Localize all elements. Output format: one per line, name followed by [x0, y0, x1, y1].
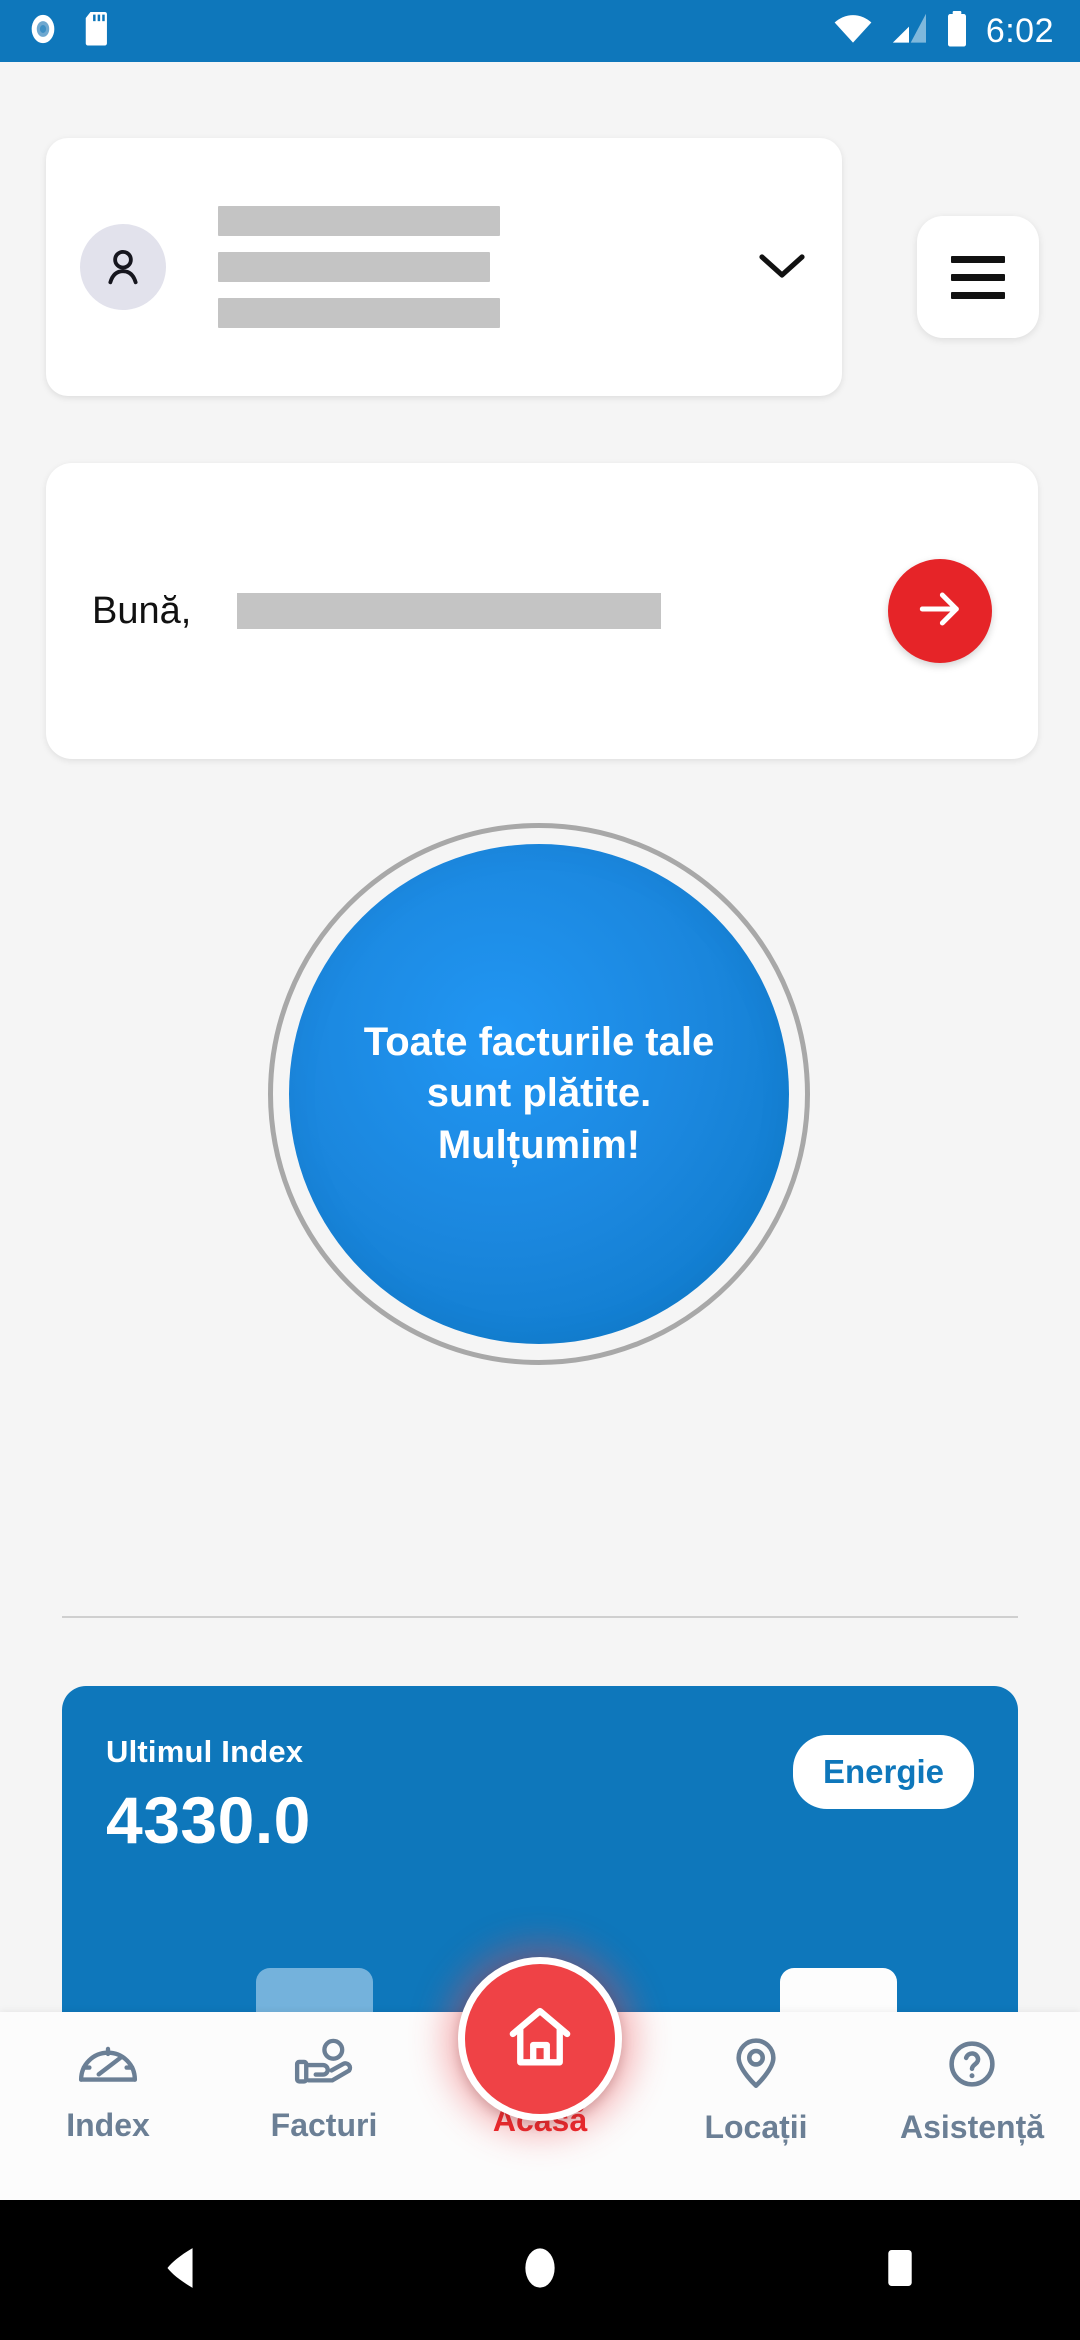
- account-line-1: [218, 206, 500, 236]
- status-bar-right-icons: 6:02: [832, 10, 1054, 52]
- account-selector-card[interactable]: [46, 138, 842, 396]
- recents-square-icon: [879, 2245, 921, 2296]
- account-line-3: [218, 298, 500, 328]
- nav-label-asistenta: Asistență: [899, 2109, 1045, 2145]
- arrow-right-icon: [912, 581, 968, 642]
- hand-holding-coin-icon: [293, 2038, 355, 2093]
- cellular-signal-icon: [890, 12, 928, 51]
- hamburger-menu-icon-bar-3: [951, 291, 1005, 299]
- nav-label-locatii: Locații: [704, 2109, 808, 2145]
- nav-item-asistenta[interactable]: Asistență: [864, 2012, 1080, 2146]
- status-bar: 6:02: [0, 0, 1080, 62]
- nav-item-index[interactable]: Index: [0, 2012, 216, 2144]
- greeting-label: Bună,: [92, 589, 192, 632]
- nav-label-index: Index: [66, 2107, 150, 2143]
- record-indicator-icon: [26, 12, 60, 51]
- home-icon: [503, 2000, 577, 2079]
- hamburger-menu-icon: [951, 255, 1005, 263]
- question-circle-icon: [946, 2038, 998, 2095]
- account-line-2: [218, 252, 490, 282]
- home-fab-button[interactable]: [458, 1957, 622, 2121]
- sd-card-icon: [82, 11, 112, 51]
- home-circle-icon: [519, 2245, 561, 2296]
- bills-status-ring: Toate facturile tale sunt plătite. Mulțu…: [268, 823, 810, 1365]
- section-divider: [62, 1616, 1018, 1618]
- status-bar-clock: 6:02: [985, 12, 1054, 50]
- nav-item-facturi[interactable]: Facturi: [216, 2012, 432, 2144]
- nav-label-facturi: Facturi: [270, 2107, 378, 2143]
- account-details-redacted: [218, 206, 500, 328]
- wifi-icon: [832, 12, 874, 51]
- system-recents-button[interactable]: [820, 2200, 980, 2340]
- system-home-button[interactable]: [460, 2200, 620, 2340]
- status-bar-left-icons: [26, 11, 112, 51]
- energy-badge[interactable]: Energie: [792, 1735, 974, 1809]
- system-back-button[interactable]: [100, 2200, 260, 2340]
- back-triangle-icon: [159, 2245, 201, 2296]
- bills-status-message: Toate facturile tale sunt plătite. Mulțu…: [363, 1020, 715, 1167]
- android-system-nav-bar: [0, 2200, 1080, 2340]
- avatar: [80, 224, 166, 310]
- hamburger-menu-button[interactable]: [917, 216, 1039, 338]
- speedometer-icon: [77, 2038, 139, 2093]
- bills-status-circle[interactable]: Toate facturile tale sunt plătite. Mulțu…: [289, 844, 789, 1344]
- nav-item-locatii[interactable]: Locații: [648, 2012, 864, 2146]
- greeting-next-button[interactable]: [888, 559, 992, 663]
- map-pin-icon: [730, 2038, 782, 2095]
- greeting-name-redacted: [237, 593, 662, 629]
- greeting-card: Bună,: [46, 463, 1038, 759]
- chevron-down-icon[interactable]: [756, 249, 808, 286]
- battery-icon: [944, 10, 970, 52]
- hamburger-menu-icon-bar-2: [951, 273, 1005, 281]
